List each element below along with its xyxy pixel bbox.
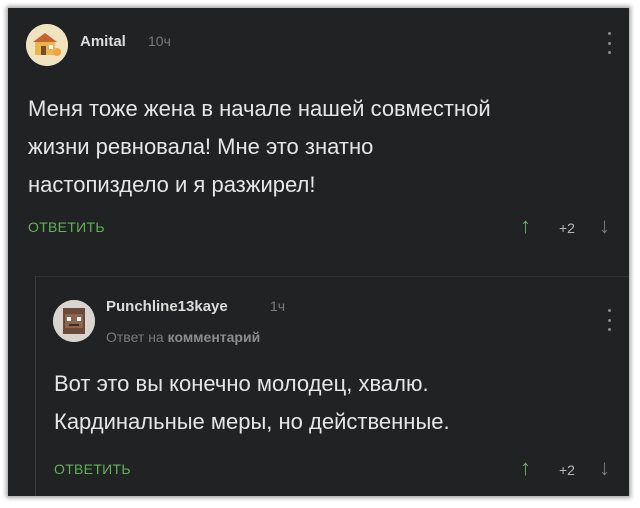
comment-text: Меня тоже жена в начале нашей совместной… [28, 96, 491, 197]
downvote-arrow-icon[interactable]: ↓ [599, 213, 610, 239]
cartoon-house-avatar-icon [26, 24, 68, 66]
reply-button[interactable]: ОТВЕТИТЬ [28, 219, 105, 235]
comment-text: Вот это вы конечно молодец, хвалю. Карди… [54, 371, 450, 434]
thread-divider [35, 276, 629, 277]
avatar[interactable] [53, 300, 95, 342]
reply-to-info: Ответ на комментарий [106, 329, 260, 345]
rating-count: +2 [559, 220, 575, 236]
username[interactable]: Punchline13kaye [106, 298, 228, 315]
reply-to-prefix: Ответ на [106, 329, 164, 345]
avatar[interactable] [26, 24, 68, 66]
rating-count: +2 [559, 462, 575, 478]
reply-button[interactable]: ОТВЕТИТЬ [54, 461, 131, 477]
pixel-character-avatar-icon [53, 300, 95, 342]
more-options-icon[interactable] [606, 32, 612, 54]
reply-to-link[interactable]: комментарий [168, 329, 261, 345]
more-options-icon[interactable] [606, 309, 612, 331]
upvote-arrow-icon[interactable]: ↑ [520, 455, 531, 481]
downvote-arrow-icon[interactable]: ↓ [599, 455, 610, 481]
comment-thread: Amital 10ч Меня тоже жена в начале нашей… [8, 8, 629, 496]
comment-time: 1ч [270, 298, 286, 314]
username[interactable]: Amital [80, 33, 126, 50]
upvote-arrow-icon[interactable]: ↑ [520, 213, 531, 239]
reply-thread-line[interactable] [35, 276, 36, 496]
comment-time: 10ч [148, 33, 171, 49]
